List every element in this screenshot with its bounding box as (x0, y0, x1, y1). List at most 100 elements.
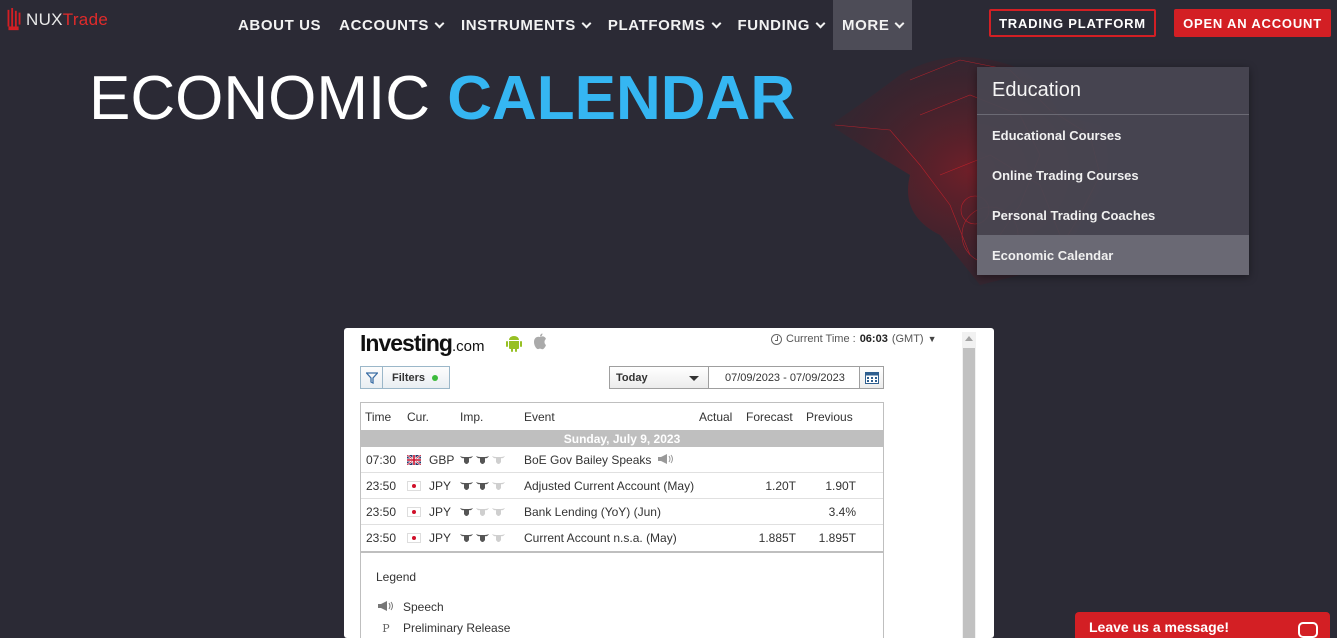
investing-logo-main: Investing (360, 330, 453, 356)
row-time: 07:30 (366, 453, 397, 467)
legend: Legend Speech P Preliminary Release (360, 552, 884, 638)
page-title-accent: CALENDAR (447, 64, 796, 133)
table-row[interactable]: 23:50 JPY Adjusted Current Account (May) 1.… (361, 473, 883, 499)
col-previous: Previous (806, 410, 853, 424)
dropdown-heading: Education (977, 67, 1249, 115)
current-time[interactable]: Current Time : 06:03 (GMT) ▼ (771, 333, 937, 345)
clock-icon (771, 333, 782, 345)
date-range-field[interactable]: 07/09/2023 - 07/09/2023 (708, 366, 884, 389)
japan-flag-icon (407, 480, 421, 491)
nav-item-label: INSTRUMENTS (460, 16, 576, 34)
importance-bulls-icon (460, 473, 505, 499)
nav-item-label: ACCOUNTS (339, 16, 429, 34)
row-time: 23:50 (366, 531, 397, 545)
day-header: Sunday, July 9, 2023 (361, 431, 883, 447)
col-time: Time (365, 410, 392, 424)
col-event: Event (524, 410, 555, 424)
chat-label: Leave us a message! (1089, 619, 1230, 635)
open-account-button[interactable]: OPEN AN ACCOUNT (1174, 9, 1331, 37)
row-previous: 1.90T (825, 479, 856, 493)
col-forecast: Forecast (746, 410, 793, 424)
legend-preliminary-label: Preliminary Release (403, 621, 511, 635)
widget-scrollbar[interactable] (962, 332, 976, 638)
legend-speech-label: Speech (403, 600, 444, 614)
nav-item-platforms[interactable]: PLATFORMS (599, 0, 729, 50)
timezone-label: (GMT) (891, 333, 924, 345)
brand-name-suffix: Trade (62, 10, 109, 29)
row-event[interactable]: Adjusted Current Account (May) (524, 473, 694, 499)
current-time-label: Current Time : (786, 333, 856, 345)
importance-bulls-icon (460, 447, 505, 473)
filters-label: Filters (392, 371, 426, 384)
nav-item-accounts[interactable]: ACCOUNTS (330, 0, 452, 50)
row-event-label: BoE Gov Bailey Speaks (524, 453, 652, 467)
economic-calendar-widget: Investing.com Current Time : 06:03 (GMT)… (344, 328, 994, 638)
dropdown-item-economic-calendar[interactable]: Economic Calendar (977, 235, 1249, 275)
events-table: Time Cur. Imp. Event Actual Forecast Pre… (360, 402, 884, 553)
filter-active-indicator (432, 374, 439, 381)
nav-item-label: ABOUT US (238, 16, 322, 34)
table-row[interactable]: 07:30 GBP BoE Gov Bailey Speaks (361, 447, 883, 473)
row-previous: 3.4% (828, 505, 856, 519)
row-event-label: Current Account n.s.a. (May) (524, 531, 677, 545)
chevron-down-icon (711, 18, 721, 28)
col-importance: Imp. (460, 410, 484, 424)
chat-bubble-icon (1298, 622, 1318, 638)
row-previous: 1.895T (818, 531, 856, 545)
row-forecast: 1.885T (758, 531, 796, 545)
chevron-down-icon: ▼ (927, 334, 937, 344)
speech-icon (658, 454, 674, 465)
dropdown-item-educational-courses[interactable]: Educational Courses (977, 115, 1249, 155)
filters-button[interactable]: Filters (360, 366, 450, 389)
legend-item-speech: Speech (376, 600, 444, 614)
row-currency-code: GBP (429, 453, 455, 467)
nav-item-label: PLATFORMS (607, 16, 706, 34)
row-forecast: 1.20T (765, 479, 796, 493)
row-event[interactable]: BoE Gov Bailey Speaks (524, 447, 675, 473)
nav-item-instruments[interactable]: INSTRUMENTS (452, 0, 599, 50)
legend-title: Legend (376, 570, 417, 584)
speech-icon (376, 600, 396, 614)
preliminary-icon: P (382, 621, 390, 635)
dropdown-item-personal-trading-coaches[interactable]: Personal Trading Coaches (977, 195, 1249, 235)
row-currency: JPY (407, 473, 451, 499)
row-event[interactable]: Bank Lending (YoY) (Jun) (524, 499, 661, 525)
investing-logo[interactable]: Investing.com (360, 330, 484, 357)
row-event-label: Adjusted Current Account (May) (524, 479, 695, 493)
table-row[interactable]: 23:50 JPY Current Account n.s.a. (May) 1.88… (361, 525, 883, 551)
col-currency: Cur. (407, 410, 430, 424)
scroll-up-icon[interactable] (965, 336, 973, 341)
filter-icon (361, 367, 383, 388)
page-title-plain: ECONOMIC (89, 64, 430, 133)
chat-widget[interactable]: Leave us a message! (1075, 612, 1330, 638)
row-currency-code: JPY (429, 479, 452, 493)
importance-bulls-icon (460, 525, 505, 551)
chevron-down-icon (434, 18, 445, 28)
current-time-value: 06:03 (859, 333, 888, 345)
scroll-thumb[interactable] (963, 348, 975, 638)
table-header: Time Cur. Imp. Event Actual Forecast Pre… (361, 403, 883, 431)
apple-icon[interactable] (533, 333, 547, 350)
japan-flag-icon (407, 506, 421, 517)
chevron-down-icon (895, 18, 905, 28)
calendar-icon[interactable] (859, 366, 884, 389)
investing-logo-suffix: .com (451, 338, 485, 355)
row-currency: JPY (407, 499, 451, 525)
period-select[interactable]: Today (609, 366, 709, 389)
android-icon[interactable] (506, 334, 522, 352)
dropdown-item-online-trading-courses[interactable]: Online Trading Courses (977, 155, 1249, 195)
col-actual: Actual (699, 410, 733, 424)
row-currency-code: JPY (429, 505, 452, 519)
legend-item-preliminary: P Preliminary Release (376, 621, 510, 635)
nav-item-about-us[interactable]: ABOUT US (229, 0, 330, 50)
trading-platform-button[interactable]: TRADING PLATFORM (989, 9, 1156, 37)
chevron-down-icon (581, 18, 592, 28)
table-row[interactable]: 23:50 JPY Bank Lending (YoY) (Jun) 3.4% (361, 499, 883, 525)
brand-logo[interactable]: NUXTrade (6, 8, 108, 32)
row-time: 23:50 (366, 479, 397, 493)
row-event[interactable]: Current Account n.s.a. (May) (524, 525, 677, 551)
row-time: 23:50 (366, 505, 397, 519)
row-currency-code: JPY (429, 531, 452, 545)
importance-bulls-icon (460, 499, 505, 525)
row-event-label: Bank Lending (YoY) (Jun) (524, 505, 661, 519)
